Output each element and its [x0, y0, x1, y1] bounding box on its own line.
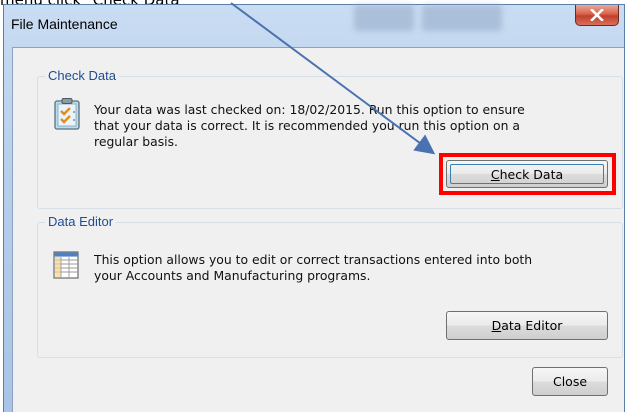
- blurred-region: [422, 5, 502, 31]
- data-editor-button-label: ata Editor: [501, 318, 563, 333]
- description-line: Your data was last checked on: 18/02/201…: [94, 102, 525, 117]
- data-editor-button-mnemonic: D: [491, 318, 502, 333]
- close-button-label: Close: [552, 374, 588, 389]
- title-bar: File Maintenance: [4, 5, 624, 53]
- spreadsheet-icon: [53, 251, 79, 283]
- data-editor-legend: Data Editor: [45, 214, 117, 229]
- red-highlight-box: [439, 153, 616, 195]
- description-line: This option allows you to edit or correc…: [94, 252, 533, 267]
- clipboard-check-icon: [53, 98, 81, 134]
- file-maintenance-window: File Maintenance Check Data Your data wa…: [3, 4, 625, 412]
- description-line: regular basis.: [94, 134, 178, 149]
- window-title: File Maintenance: [11, 16, 118, 32]
- dialog-client-area: Check Data Your data was last checked on…: [12, 47, 624, 412]
- window-close-button[interactable]: [575, 5, 619, 26]
- check-data-legend: Check Data: [45, 68, 119, 83]
- data-editor-description: This option allows you to edit or correc…: [94, 252, 532, 284]
- close-icon: [590, 9, 604, 21]
- check-data-description: Your data was last checked on: 18/02/201…: [94, 102, 525, 150]
- blurred-region: [354, 5, 414, 31]
- data-editor-button[interactable]: Data Editor: [446, 311, 608, 340]
- close-button[interactable]: Close: [532, 367, 608, 396]
- description-line: that your data is correct. It is recomme…: [94, 118, 520, 133]
- description-line: your Accounts and Manufacturing programs…: [94, 268, 371, 283]
